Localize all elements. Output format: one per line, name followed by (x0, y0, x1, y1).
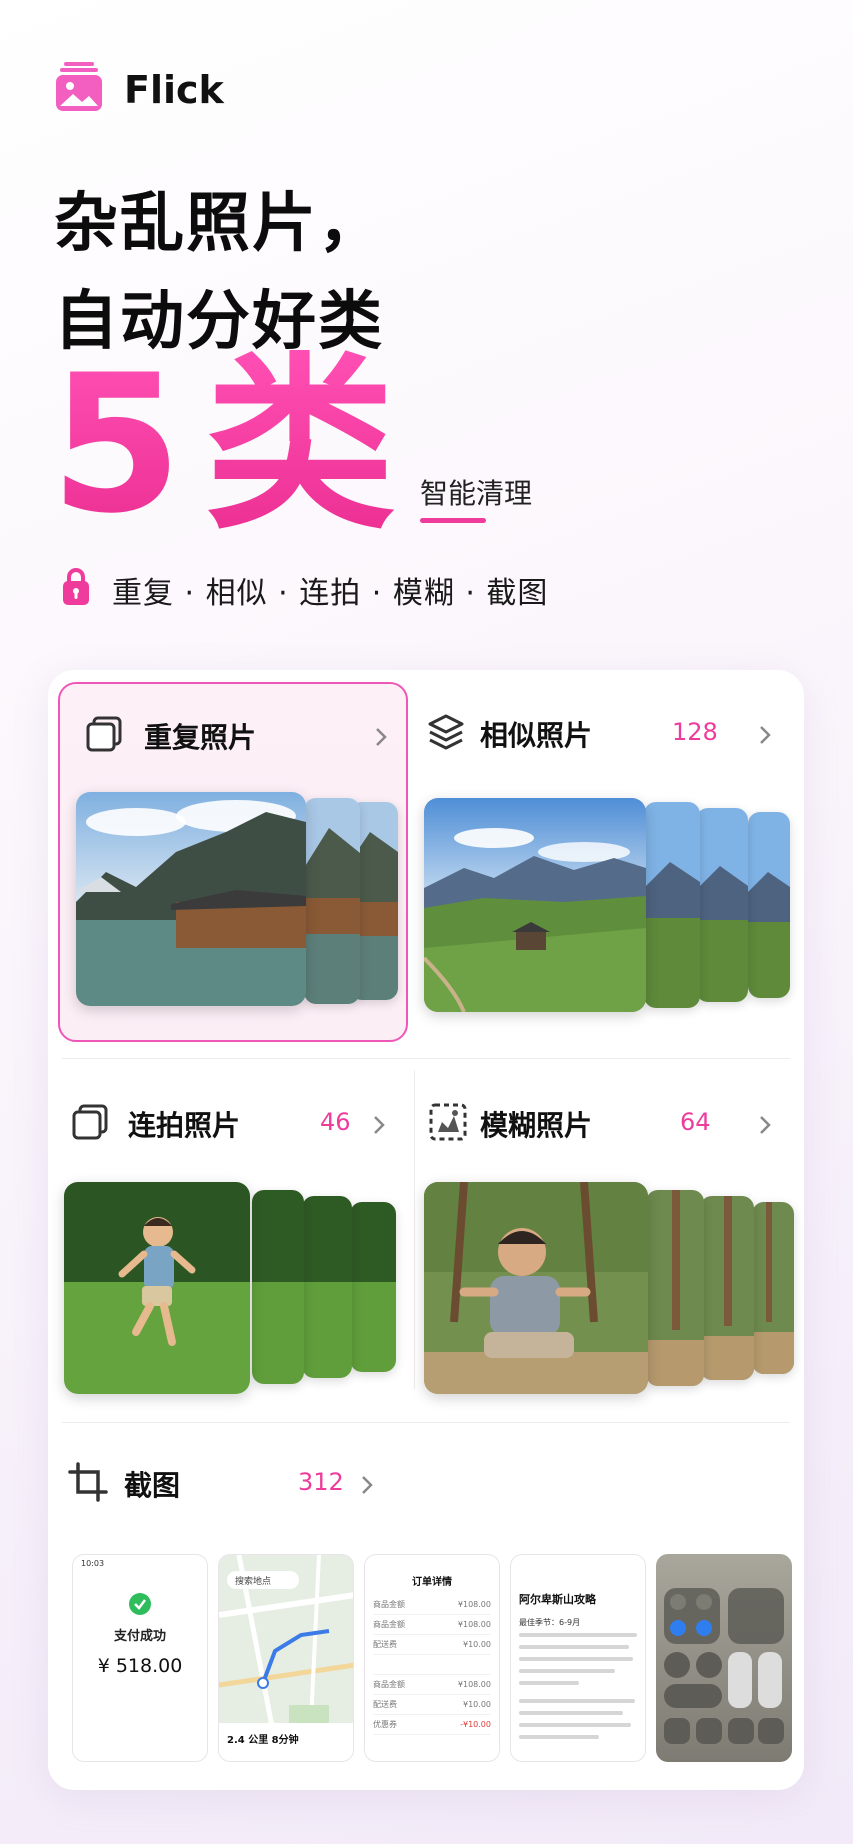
similar-photo-back-3 (748, 812, 790, 998)
burst-title: 连拍照片 (128, 1109, 241, 1142)
duplicate-photos-card[interactable]: 重复照片 (58, 682, 408, 1042)
order-row: 商品金额 ¥108.00 (373, 1675, 491, 1695)
payment-amount: ¥ 518.00 (97, 1655, 183, 1677)
chevron-right-icon (760, 1116, 771, 1134)
hero-number: 5 (50, 334, 183, 555)
screenshot-payment[interactable]: 10:03 支付成功 ¥ 518.00 (72, 1554, 208, 1762)
map-distance: 2.4 公里 8分钟 (227, 1735, 299, 1746)
burst-count: 46 (320, 1108, 351, 1136)
categories-panel: 重复照片 相似照片 128 连拍照片 46 模糊照片 64 截图 312 10:… (48, 670, 804, 1790)
screenshot-control-center[interactable] (656, 1554, 792, 1762)
order-row-value: -¥10.00 (460, 1720, 491, 1729)
burst-photo-back-1 (252, 1190, 304, 1384)
order-row (373, 1655, 491, 1675)
duplicate-icon (86, 716, 122, 752)
screenshot-order[interactable]: 订单详情 商品金额 ¥108.00 商品金额 ¥108.00 配送费 ¥10.00 商品金额… (364, 1554, 500, 1762)
burst-photo-back-2 (302, 1196, 352, 1378)
similar-title: 相似照片 (480, 719, 593, 752)
layers-icon (428, 714, 464, 750)
blurry-photos-card[interactable]: 模糊照片 64 (424, 1070, 794, 1394)
order-row-value: ¥108.00 (457, 1680, 491, 1689)
duplicate-photo-front (76, 792, 306, 1006)
guide-season: 最佳季节：6-9月 (519, 1618, 581, 1627)
blur-photo-back-3 (752, 1202, 794, 1374)
chevron-right-icon (374, 1116, 385, 1134)
blur-count: 64 (680, 1108, 711, 1136)
order-row: 配送费 ¥10.00 (373, 1635, 491, 1655)
order-row-label: 商品金额 (373, 1600, 405, 1609)
order-row-value: ¥10.00 (463, 1700, 491, 1709)
divider (414, 1070, 415, 1390)
similar-photo-front (424, 798, 646, 1012)
order-row-value: ¥108.00 (457, 1600, 491, 1609)
order-row-label: 配送费 (373, 1640, 397, 1649)
order-row: 优惠券 -¥10.00 (373, 1715, 491, 1735)
blur-photo-front (424, 1182, 648, 1394)
order-row-value: ¥10.00 (463, 1640, 491, 1649)
brand-name: Flick (124, 68, 224, 112)
order-title: 订单详情 (412, 1577, 452, 1588)
tagline-underline (420, 518, 486, 523)
order-row-label: 配送费 (373, 1700, 397, 1709)
blur-photo-back-1 (646, 1190, 704, 1386)
crop-icon (68, 1462, 108, 1502)
order-row: 商品金额 ¥108.00 (373, 1595, 491, 1615)
hero-unit: 类 (205, 334, 396, 555)
guide-text-lines (519, 1633, 637, 1739)
screenshot-count: 312 (298, 1468, 344, 1496)
blur-photo-back-2 (700, 1196, 754, 1380)
screenshot-guide[interactable]: 阿尔卑斯山攻略 最佳季节：6-9月 (510, 1554, 646, 1762)
blur-icon (429, 1103, 467, 1141)
divider (62, 1422, 790, 1423)
flick-logo-icon (56, 62, 102, 111)
duplicate-photo-back-1 (304, 798, 360, 1004)
order-row: 商品金额 ¥108.00 (373, 1615, 491, 1635)
order-row: 配送费 ¥10.00 (373, 1695, 491, 1715)
similar-photo-back-1 (644, 802, 700, 1008)
divider (62, 1058, 790, 1059)
order-row-label: 商品金额 (373, 1680, 405, 1689)
burst-photo-back-3 (350, 1202, 396, 1372)
similar-count: 128 (672, 718, 718, 746)
control-center-tiles (664, 1588, 784, 1744)
order-rows: 商品金额 ¥108.00 商品金额 ¥108.00 配送费 ¥10.00 商品金额 ¥108.… (373, 1595, 491, 1735)
burst-icon (72, 1104, 108, 1140)
guide-title: 阿尔卑斯山攻略 (519, 1593, 596, 1606)
screenshot-map[interactable]: 搜索地点 2.4 公里 8分钟 (218, 1554, 354, 1762)
order-row-label: 优惠券 (373, 1720, 397, 1729)
burst-photos-card[interactable]: 连拍照片 46 (58, 1070, 408, 1394)
lock-icon (63, 568, 89, 605)
hero-tagline: 智能清理 (420, 477, 533, 510)
order-row-value: ¥108.00 (457, 1620, 491, 1629)
duplicate-title: 重复照片 (144, 721, 257, 754)
categories-line: 重复 · 相似 · 连拍 · 模糊 · 截图 (112, 576, 549, 611)
order-row-label: 商品金额 (373, 1620, 405, 1629)
screenshots-card[interactable]: 截图 312 (68, 1438, 398, 1518)
screenshot-title: 截图 (124, 1469, 181, 1502)
chevron-right-icon (376, 728, 387, 746)
map-search: 搜索地点 (227, 1571, 299, 1589)
blur-title: 模糊照片 (480, 1109, 593, 1142)
check-circle-icon (129, 1593, 151, 1615)
payment-status: 支付成功 (113, 1629, 166, 1644)
similar-photos-card[interactable]: 相似照片 128 (424, 682, 794, 1042)
chevron-right-icon (760, 726, 771, 744)
headline-line1: 杂乱照片， (54, 187, 384, 261)
burst-photo-front (64, 1182, 250, 1394)
chevron-right-icon (362, 1476, 373, 1494)
similar-photo-back-2 (696, 808, 748, 1002)
